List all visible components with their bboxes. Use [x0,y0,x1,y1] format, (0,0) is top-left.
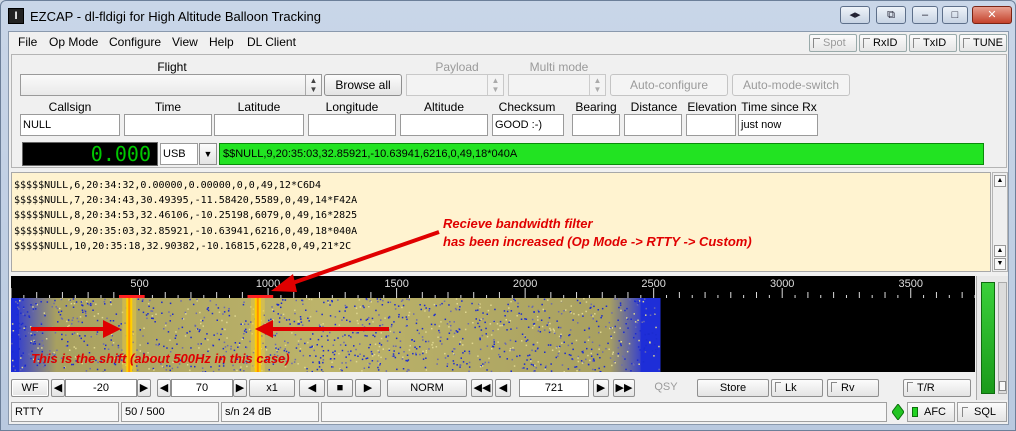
triangle-right-icon: ▶ [363,382,373,394]
back-forward-button[interactable]: ◂▸ [840,6,870,24]
zoom-button[interactable]: x1 [249,379,295,397]
title-bar[interactable]: I EZCAP - dl-fldigi for High Altitude Ba… [2,2,1014,30]
squelch-slider-thumb[interactable] [999,381,1006,391]
norm-button[interactable]: NORM [387,379,467,397]
store-button[interactable]: Store [697,379,769,397]
tr-checkbox-icon [907,382,913,392]
stop-icon: ■ [336,382,344,394]
filter-arrowhead [271,274,297,292]
minimize-button[interactable]: – [912,6,938,24]
pin-button[interactable]: ⧉ [876,6,906,24]
status-snr: s/n 24 dB [221,402,319,422]
sql-toggle[interactable]: SQL [957,402,1007,422]
maximize-button[interactable]: □ [942,6,968,24]
level-increase-button[interactable]: ▶ [137,379,151,397]
annotation-arrows [31,230,440,338]
move-right-button[interactable]: ▶ [355,379,381,397]
shift-arrowhead-right [255,320,273,338]
triangle-left-icon: ◀ [498,382,508,394]
status-bandwidth: 50 / 500 [121,402,219,422]
status-mode[interactable]: RTTY [11,402,119,422]
move-left-button[interactable]: ◀ [299,379,325,397]
freq-increase-button[interactable]: ▶ [593,379,609,397]
audio-frequency-field[interactable]: 721 [519,379,589,397]
range-decrease-button[interactable]: ◀ [157,379,171,397]
stop-button[interactable]: ■ [327,379,353,397]
tr-toggle[interactable]: T/R [903,379,971,397]
qsy-button[interactable]: QSY [641,379,691,397]
level-field[interactable]: -20 [65,379,137,397]
triangle-right-icon: ▶ [139,382,149,394]
waterfall-level-panel[interactable] [976,276,1008,400]
lock-toggle[interactable]: Lk [771,379,823,397]
fast-rewind-button[interactable]: ◀◀ [471,379,493,397]
range-field[interactable]: 70 [171,379,233,397]
fast-forward-icon: ▶▶ [615,382,633,394]
rv-checkbox-icon [831,382,837,392]
fast-forward-button[interactable]: ▶▶ [613,379,635,397]
window-title: EZCAP - dl-fldigi for High Altitude Ball… [30,9,321,24]
app-icon: I [8,8,24,24]
afc-indicator-icon [912,407,918,417]
level-decrease-button[interactable]: ◀ [51,379,65,397]
app-window: I EZCAP - dl-fldigi for High Altitude Ba… [0,0,1016,431]
triangle-left-icon: ◀ [307,382,317,394]
shift-arrowhead-left [103,320,121,338]
freq-decrease-button[interactable]: ◀ [495,379,511,397]
client-area: File Op Mode Configure View Help DL Clie… [8,31,1009,425]
signal-level-bar [981,282,995,394]
filter-arrow [283,230,440,288]
triangle-left-icon: ◀ [53,382,63,394]
lk-checkbox-icon [775,382,781,392]
reverse-toggle[interactable]: Rv [827,379,879,397]
triangle-right-icon: ▶ [235,382,245,394]
range-increase-button[interactable]: ▶ [233,379,247,397]
triangle-left-icon: ◀ [159,382,169,394]
triangle-right-icon: ▶ [596,382,606,394]
close-button[interactable]: ✕ [972,6,1012,24]
signal-diamond-icon [891,403,905,421]
wf-mode-button[interactable]: WF [11,379,49,397]
sql-checkbox-icon [962,407,968,417]
squelch-slider[interactable] [998,282,1007,394]
status-message [321,402,887,422]
afc-toggle[interactable]: AFC [907,402,955,422]
fast-rewind-icon: ◀◀ [473,382,491,394]
